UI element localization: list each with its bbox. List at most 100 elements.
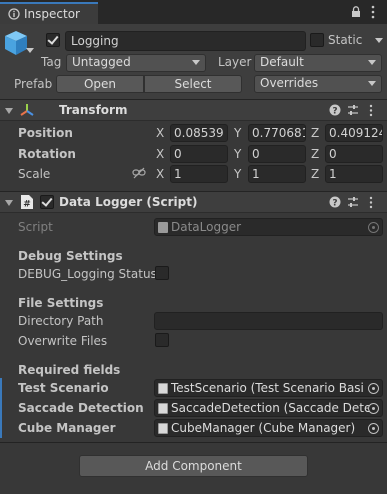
prefab-overrides-dropdown[interactable]: Overrides	[254, 75, 382, 93]
rotation-x-field[interactable]: 0	[170, 145, 228, 163]
scale-y-axis: Y	[234, 167, 242, 181]
add-component-button[interactable]: Add Component	[79, 455, 308, 477]
active-checkbox[interactable]	[46, 33, 60, 47]
data-logger-header[interactable]: # Data Logger (Script) ?	[0, 191, 387, 213]
component-menu-icon[interactable]	[368, 104, 374, 118]
saccade-detection-field[interactable]: SaccadeDetection (Saccade Dete	[154, 399, 383, 417]
static-checkbox[interactable]	[310, 33, 324, 47]
override-indicator	[0, 378, 2, 398]
transform-title: Transform	[59, 103, 128, 117]
help-icon[interactable]: ?	[329, 196, 341, 208]
component-icon	[158, 403, 168, 414]
chevron-down-icon	[368, 81, 376, 86]
rotation-label: Rotation	[18, 147, 76, 161]
overwrite-files-checkbox[interactable]	[155, 333, 169, 347]
rotation-y-axis: Y	[234, 147, 242, 161]
object-name-field[interactable]: Logging	[65, 31, 306, 51]
saccade-detection-label: Saccade Detection	[18, 401, 144, 415]
position-z-field[interactable]: 0.409124	[325, 124, 383, 142]
svg-text:?: ?	[332, 107, 337, 117]
tab-label: Inspector	[24, 7, 80, 21]
object-picker-icon	[368, 222, 379, 233]
script-file-icon: #	[21, 195, 33, 210]
lock-icon[interactable]	[351, 6, 361, 18]
tab-inspector[interactable]: Inspector	[0, 2, 98, 24]
debug-logging-status-checkbox[interactable]	[155, 266, 169, 280]
static-dropdown-arrow[interactable]	[375, 38, 383, 43]
script-file-icon	[158, 222, 168, 233]
foldout-arrow-icon[interactable]	[5, 200, 13, 206]
layer-label: Layer	[218, 55, 252, 69]
position-x-axis: X	[156, 126, 165, 140]
rotation-y-field[interactable]: 0	[248, 145, 306, 163]
scale-y-field[interactable]: 1	[248, 165, 306, 183]
overwrite-files-label: Overwrite Files	[18, 334, 108, 348]
object-picker-icon[interactable]	[368, 423, 379, 434]
script-value: DataLogger	[171, 220, 242, 234]
gameobject-header: Logging Static Tag Untagged Layer Defaul…	[0, 24, 387, 100]
position-z-axis: Z	[311, 126, 320, 140]
component-menu-icon[interactable]	[368, 196, 374, 210]
presets-icon[interactable]	[347, 104, 359, 116]
gameobject-cube-icon	[5, 31, 27, 55]
scale-x-field[interactable]: 1	[170, 165, 228, 183]
static-label: Static	[328, 33, 363, 47]
tag-label: Tag	[41, 55, 62, 69]
svg-text:?: ?	[332, 199, 337, 209]
test-scenario-field[interactable]: TestScenario (Test Scenario Basi	[154, 379, 383, 397]
tag-dropdown[interactable]: Untagged	[66, 54, 206, 72]
component-icon	[158, 423, 168, 434]
chevron-down-icon	[192, 60, 200, 65]
rotation-z-axis: Z	[311, 147, 320, 161]
directory-path-field[interactable]	[154, 312, 383, 330]
data-logger-title: Data Logger (Script)	[59, 195, 198, 209]
presets-icon[interactable]	[347, 196, 359, 208]
transform-axes-icon	[20, 104, 34, 116]
position-y-field[interactable]: 0.770681	[248, 124, 306, 142]
rotation-z-field[interactable]: 0	[325, 145, 383, 163]
rotation-x-axis: X	[156, 147, 165, 161]
tab-bar: Inspector	[0, 0, 387, 24]
layer-dropdown[interactable]: Default	[254, 54, 382, 72]
scale-x-axis: X	[156, 167, 165, 181]
prefab-open-button[interactable]: Open	[56, 75, 144, 93]
test-scenario-value: TestScenario (Test Scenario Basi	[171, 381, 364, 395]
info-icon	[8, 8, 20, 20]
position-y-axis: Y	[234, 126, 242, 140]
directory-path-label: Directory Path	[18, 314, 104, 328]
script-label: Script	[18, 220, 53, 234]
saccade-detection-value: SaccadeDetection (Saccade Dete	[171, 401, 372, 415]
svg-text:#: #	[23, 200, 31, 210]
divider	[0, 442, 387, 443]
object-picker-icon[interactable]	[368, 383, 379, 394]
tag-value: Untagged	[72, 55, 131, 69]
overrides-label: Overrides	[260, 76, 319, 90]
cube-manager-label: Cube Manager	[18, 421, 116, 435]
icon-dropdown-arrow[interactable]	[26, 48, 34, 53]
debug-settings-header: Debug Settings	[18, 249, 123, 263]
component-enabled-checkbox[interactable]	[40, 195, 54, 209]
object-picker-icon[interactable]	[368, 403, 379, 414]
scale-z-field[interactable]: 1	[325, 165, 383, 183]
help-icon[interactable]: ?	[329, 104, 341, 116]
layer-value: Default	[260, 55, 304, 69]
debug-logging-status-label: DEBUG_Logging Status	[18, 267, 157, 281]
constrain-proportions-icon[interactable]	[132, 167, 146, 179]
cube-manager-field[interactable]: CubeManager (Cube Manager)	[154, 419, 383, 437]
override-indicator	[0, 398, 2, 418]
transform-header[interactable]: Transform ?	[0, 99, 387, 121]
prefab-label: Prefab	[14, 77, 53, 91]
chevron-down-icon	[368, 60, 376, 65]
file-settings-header: File Settings	[18, 296, 104, 310]
position-label: Position	[18, 126, 73, 140]
script-object-field: DataLogger	[154, 218, 383, 236]
foldout-arrow-icon[interactable]	[5, 108, 13, 114]
required-fields-header: Required fields	[18, 363, 121, 377]
prefab-select-button[interactable]: Select	[144, 75, 242, 93]
scale-z-axis: Z	[311, 167, 320, 181]
scale-label: Scale	[18, 167, 51, 181]
test-scenario-label: Test Scenario	[18, 381, 109, 395]
kebab-menu-icon[interactable]	[370, 5, 376, 19]
position-x-field[interactable]: 0.08539	[170, 124, 228, 142]
cube-manager-value: CubeManager (Cube Manager)	[171, 421, 356, 435]
